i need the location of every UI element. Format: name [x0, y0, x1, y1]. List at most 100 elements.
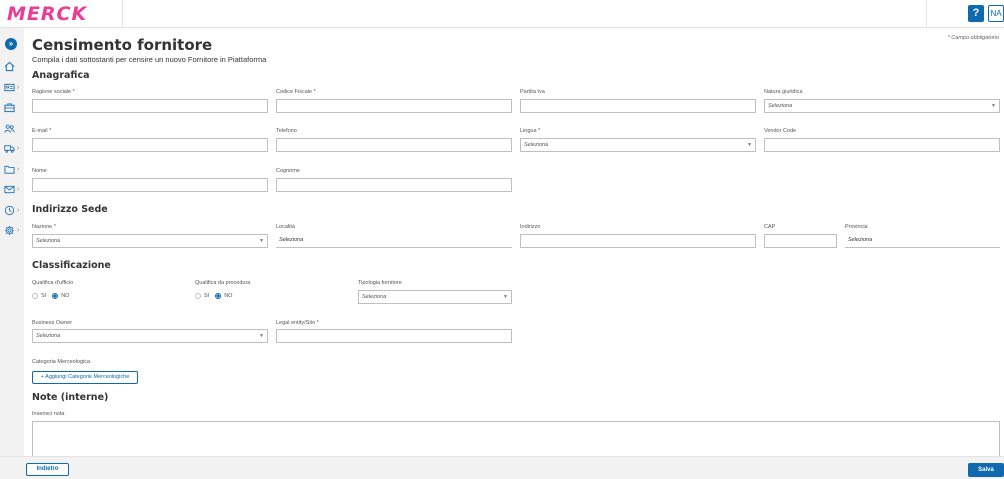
provincia-label: Provincia: [845, 224, 868, 230]
cognome-input[interactable]: [276, 178, 512, 192]
chevron-right-icon: ›: [17, 206, 20, 214]
add-categories-button[interactable]: + Aggiungi Categorie Merceologiche: [32, 371, 138, 384]
qualifica-ufficio-si-radio[interactable]: [32, 293, 38, 299]
main-content: Censimento fornitore * Campo obbligatori…: [24, 28, 1004, 457]
cap-input[interactable]: [764, 234, 837, 248]
sidebar-item-users[interactable]: [4, 121, 22, 135]
categoria-merceologica-label: Categoria Merceologica: [32, 359, 91, 365]
sidebar-expand-icon[interactable]: »: [5, 38, 17, 50]
section-title-indirizzo: Indirizzo Sede: [32, 204, 108, 215]
back-button[interactable]: Indietro: [26, 463, 69, 476]
sidebar-item-registry[interactable]: ›: [4, 80, 22, 94]
cognome-label: Cognome: [276, 168, 300, 174]
partita-iva-label: Partita Iva: [520, 89, 545, 95]
sidebar-item-settings[interactable]: ›: [4, 223, 22, 237]
business-owner-value: Seleziona: [36, 333, 61, 339]
page-title: Censimento fornitore: [32, 36, 213, 54]
codice-fiscale-label: Codice Fiscale *: [276, 89, 316, 95]
ragione-sociale-input[interactable]: [32, 99, 268, 113]
lingua-select[interactable]: Seleziona ▼: [520, 138, 756, 152]
radio-label-no: NO: [61, 293, 70, 299]
tipologia-fornitore-label: Tipologia fornitore: [358, 280, 402, 286]
logo-text: MERCK: [7, 3, 88, 25]
sidebar-item-history[interactable]: ›: [4, 203, 22, 217]
dropdown-caret-icon: ▼: [259, 333, 264, 339]
section-title-note: Note (interne): [32, 392, 109, 403]
sidebar-item-briefcase[interactable]: [4, 100, 22, 114]
page-subtitle: Compila i dati sottostanti per censire u…: [32, 55, 267, 64]
chevron-right-icon: ›: [17, 144, 20, 152]
telefono-label: Telefono: [276, 128, 297, 134]
radio-label-no: NO: [224, 293, 233, 299]
required-note: * Campo obbligatorio: [947, 35, 999, 41]
footer-bar: Indietro Salva: [0, 456, 1004, 479]
business-owner-select[interactable]: Seleziona ▼: [32, 329, 268, 343]
section-title-classificazione: Classificazione: [32, 260, 111, 271]
vendor-code-label: Vendor Code: [764, 128, 797, 134]
sidebar-item-messages[interactable]: ›: [4, 182, 22, 196]
lingua-value: Seleziona: [524, 142, 549, 148]
chevron-right-icon: ›: [17, 185, 20, 193]
divider: [122, 0, 123, 28]
chevron-right-icon: ›: [17, 165, 20, 173]
codice-fiscale-input[interactable]: [276, 99, 512, 113]
dropdown-caret-icon: ▼: [991, 103, 996, 109]
chevron-right-icon: ›: [17, 226, 20, 234]
qualifica-ufficio-label: Qualifica d'ufficio: [32, 280, 74, 286]
natura-giuridica-label: Natura giuridica: [764, 89, 803, 95]
truck-icon: [4, 144, 15, 153]
business-owner-label: Business Owner: [32, 320, 73, 326]
nome-input[interactable]: [32, 178, 268, 192]
qualifica-procedura-no-radio[interactable]: [215, 293, 222, 299]
nazione-label: Nazione *: [32, 224, 56, 230]
sidebar-item-home[interactable]: [4, 59, 22, 73]
divider: [926, 0, 927, 28]
lingua-label: Lingua *: [520, 128, 541, 134]
localita-field[interactable]: Seleziona: [276, 234, 512, 248]
folder-icon: [4, 165, 15, 174]
dropdown-caret-icon: ▼: [503, 294, 508, 300]
sidebar-item-documents[interactable]: ›: [4, 162, 22, 176]
provincia-field[interactable]: Seleziona: [845, 234, 1000, 248]
natura-giuridica-select[interactable]: Seleziona ▼: [764, 99, 1000, 113]
legal-entity-label: Legal entity/Sito *: [276, 320, 319, 326]
localita-label: Località: [276, 224, 295, 230]
help-button[interactable]: ?: [968, 5, 984, 22]
section-title-anagrafica: Anagrafica: [32, 70, 90, 81]
gear-icon: [4, 225, 15, 235]
vendor-code-input[interactable]: [764, 138, 1000, 152]
cap-label: CAP: [764, 224, 776, 230]
sidebar-item-logistics[interactable]: ›: [4, 141, 22, 155]
qualifica-procedura-label: Qualifica da procedura: [195, 280, 251, 286]
user-avatar-button[interactable]: NA: [988, 5, 1004, 22]
telefono-input[interactable]: [276, 138, 512, 152]
indirizzo-input[interactable]: [520, 234, 756, 248]
note-textarea[interactable]: [32, 421, 1000, 457]
id-card-icon: [4, 83, 15, 91]
natura-giuridica-value: Seleziona: [768, 103, 793, 109]
mail-icon: [4, 185, 15, 193]
dropdown-caret-icon: ▼: [747, 142, 752, 148]
qualifica-ufficio-no-radio[interactable]: [52, 293, 59, 299]
qualifica-ufficio-radio-group: SI NO: [32, 293, 75, 299]
radio-label-si: SI: [41, 293, 47, 299]
merck-logo[interactable]: MERCK: [7, 4, 91, 24]
top-bar: MERCK ? NA: [0, 0, 1004, 28]
nazione-value: Seleziona: [36, 238, 61, 244]
partita-iva-input[interactable]: [520, 99, 756, 113]
note-label: Inserisci nota: [32, 411, 65, 417]
radio-label-si: SI: [204, 293, 210, 299]
briefcase-icon: [4, 102, 15, 112]
tipologia-fornitore-value: Seleziona: [362, 294, 387, 300]
legal-entity-input[interactable]: [276, 329, 512, 343]
tipologia-fornitore-select[interactable]: Seleziona ▼: [358, 290, 512, 304]
save-button[interactable]: Salva: [968, 463, 1004, 477]
email-label: E-mail *: [32, 128, 52, 134]
qualifica-procedura-si-radio[interactable]: [195, 293, 201, 299]
email-input[interactable]: [32, 138, 268, 152]
dropdown-caret-icon: ▼: [259, 238, 264, 244]
home-icon: [4, 61, 15, 71]
users-icon: [4, 124, 15, 133]
ragione-sociale-label: Ragione sociale *: [32, 89, 75, 95]
nazione-select[interactable]: Seleziona ▼: [32, 234, 268, 248]
